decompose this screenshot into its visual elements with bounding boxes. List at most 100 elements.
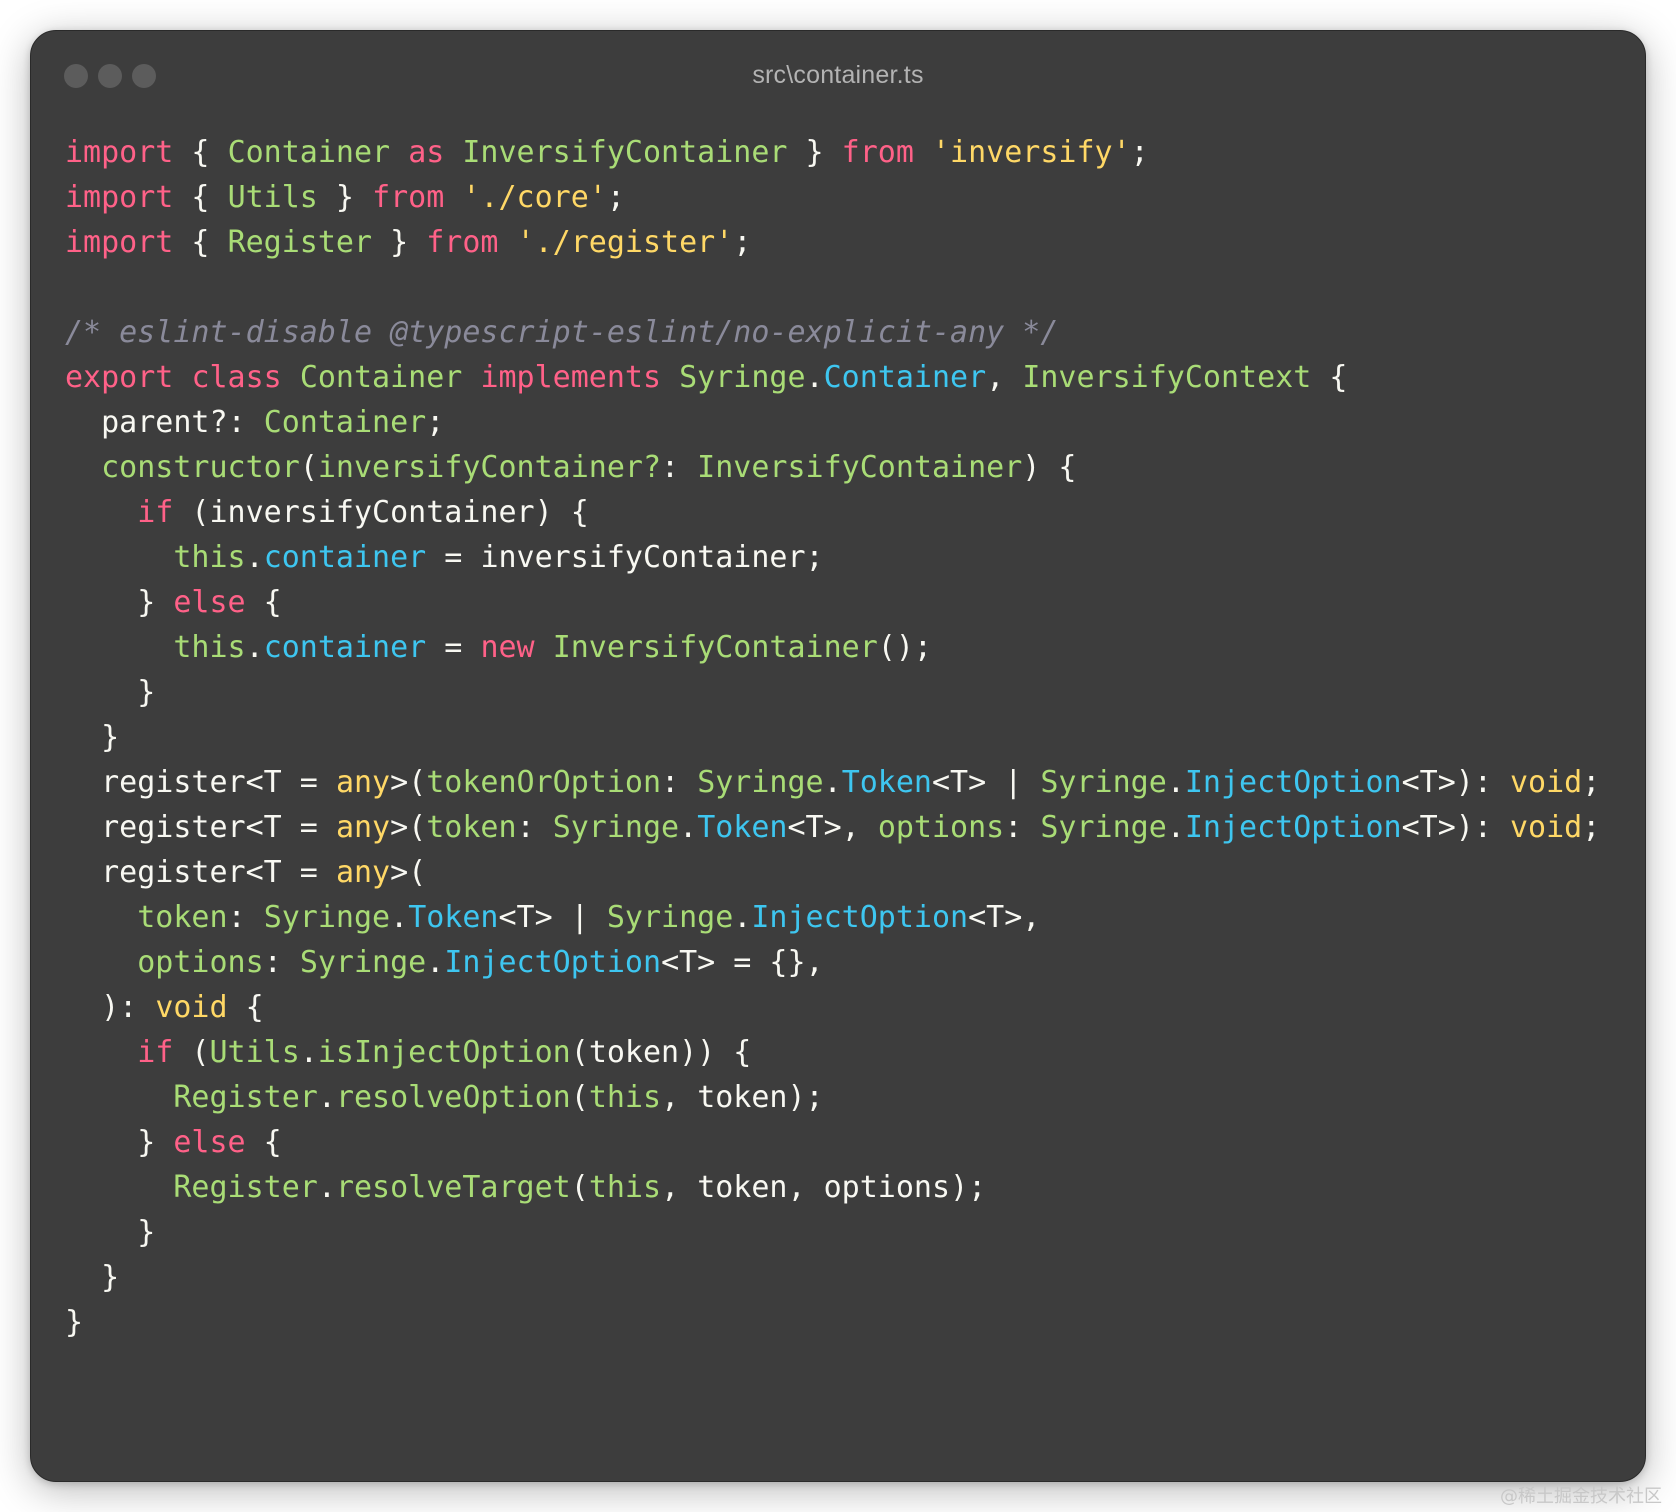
code-token: . (679, 810, 698, 845)
code-token: options (137, 945, 264, 980)
code-line: Register.resolveTarget(this, token, opti… (65, 1165, 1600, 1210)
code-token: if (137, 495, 174, 530)
code-token: . (426, 945, 445, 980)
code-line: if (Utils.isInjectOption(token)) { (65, 1030, 1600, 1075)
code-token: } (65, 1260, 120, 1295)
code-token: : (661, 450, 698, 485)
code-token: } (317, 180, 373, 215)
code-token: token (426, 810, 517, 845)
code-line: /* eslint-disable @typescript-eslint/no-… (65, 310, 1600, 355)
code-token: InversifyContainer (552, 630, 878, 665)
code-line: import { Register } from './register'; (65, 220, 1600, 265)
code-line: token: Syringe.Token<T> | Syringe.Inject… (65, 895, 1600, 940)
code-token: Syringe (263, 900, 391, 935)
code-token: this (173, 540, 246, 575)
code-token: Syringe (1040, 765, 1167, 800)
code-token: export (65, 360, 174, 395)
code-token: . (245, 630, 264, 665)
code-token: Register (227, 225, 373, 260)
code-token: container (263, 540, 427, 575)
code-token: Token (841, 765, 932, 800)
title-bar: src\container.ts (31, 31, 1645, 121)
code-token: : (227, 405, 264, 440)
code-token: >( (390, 810, 427, 845)
watermark: @稀土掘金技术社区 (1500, 1486, 1662, 1507)
code-token: . (733, 900, 752, 935)
code-token: token (697, 1080, 788, 1115)
code-token: ( (570, 1035, 589, 1070)
code-token: , (787, 1170, 824, 1205)
code-token: Register (173, 1080, 318, 1115)
code-token: . (823, 765, 842, 800)
code-token: . (299, 1035, 318, 1070)
code-token: if (137, 1035, 174, 1070)
code-token: { (173, 180, 228, 215)
code-line: register<T = any>(token: Syringe.Token<T… (65, 805, 1600, 850)
code-line: export class Container implements Syring… (65, 355, 1600, 400)
code-token: tokenOrOption (426, 765, 662, 800)
code-token: inversifyContainer? (317, 450, 662, 485)
code-token: { (245, 1125, 282, 1160)
code-line: } (65, 715, 1600, 760)
code-token: register<T (101, 810, 282, 845)
code-token: ) { (534, 495, 589, 530)
code-line: } else { (65, 1120, 1600, 1165)
code-token: from (372, 180, 445, 215)
code-token: , (661, 1170, 698, 1205)
code-token: resolveOption (335, 1080, 571, 1115)
code-token: , (661, 1080, 698, 1115)
code-token: . (1166, 765, 1185, 800)
code-token: ; (1582, 765, 1601, 800)
code-line: parent?: Container; (65, 400, 1600, 445)
code-line: options: Syringe.InjectOption<T> = {}, (65, 940, 1600, 985)
code-token: './register' (516, 225, 734, 260)
code-token: )) { (679, 1035, 752, 1070)
code-token: options (823, 1170, 951, 1205)
code-token: ( (570, 1080, 589, 1115)
code-token: any (335, 765, 391, 800)
code-token: Utils (227, 180, 318, 215)
code-token: token (697, 1170, 788, 1205)
code-line: } (65, 670, 1600, 715)
code-line: } (65, 1210, 1600, 1255)
code-token: InjectOption (1184, 765, 1402, 800)
code-token: Syringe (552, 810, 680, 845)
code-token: ): (65, 990, 156, 1025)
code-token: { (173, 225, 228, 260)
code-block[interactable]: import { Container as InversifyContainer… (65, 130, 1600, 1345)
code-token: <T>): (1401, 765, 1510, 800)
code-token: : (263, 945, 300, 980)
code-token: <T>, (787, 810, 878, 845)
code-token: new (480, 630, 535, 665)
code-token: isInjectOption (317, 1035, 571, 1070)
code-token: Utils (209, 1035, 300, 1070)
code-token: } (65, 585, 174, 620)
code-token: ); (787, 1080, 824, 1115)
code-token: register<T (101, 765, 282, 800)
code-token: . (1166, 810, 1185, 845)
code-token: } (372, 225, 427, 260)
code-line: } (65, 1300, 1600, 1345)
code-token: = (281, 765, 336, 800)
code-token: constructor (101, 450, 300, 485)
code-token: 'inversify' (931, 135, 1131, 170)
code-token: Syringe (606, 900, 734, 935)
code-token: . (317, 1170, 336, 1205)
code-token: (); (877, 630, 932, 665)
code-token: = (426, 630, 481, 665)
code-token: = (426, 540, 481, 575)
code-token: resolveTarget (335, 1170, 571, 1205)
code-token: <T> | (498, 900, 607, 935)
